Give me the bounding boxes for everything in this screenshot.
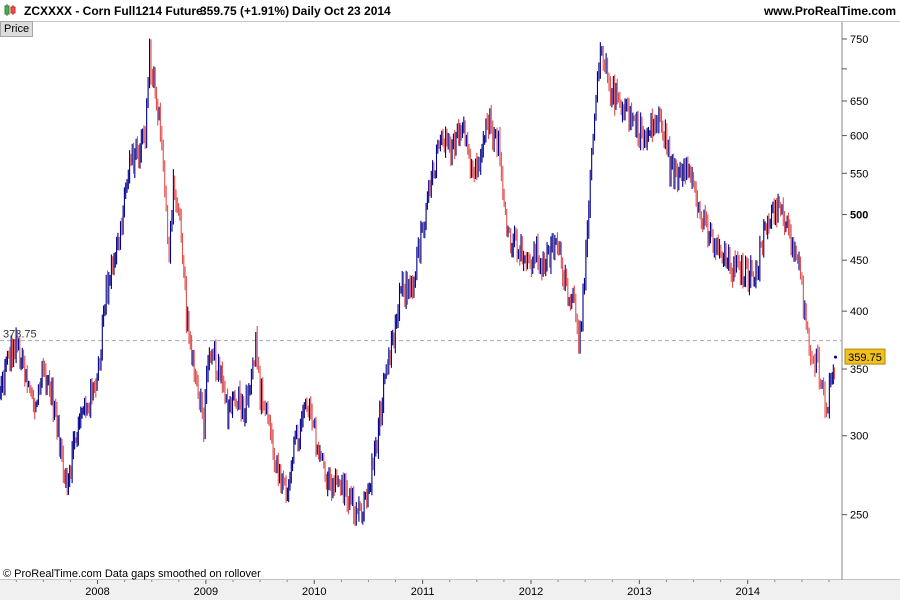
last-price-label: 359.75 (848, 352, 882, 364)
x-tick-label: 2012 (519, 586, 543, 598)
y-tick-label: 400 (850, 306, 868, 318)
x-tick-label: 2009 (194, 586, 218, 598)
data-point-last (833, 355, 837, 359)
period-date: Daily Oct 23 2014 (292, 4, 391, 18)
x-tick-label: 2008 (85, 586, 109, 598)
y-tick-label: 500 (850, 210, 868, 222)
x-axis-band (0, 580, 900, 600)
y-tick-label: 600 (850, 131, 868, 143)
y-tick-label: 350 (850, 364, 868, 376)
x-tick-label: 2010 (302, 586, 326, 598)
y-tick-label: 750 (850, 34, 868, 46)
x-tick-label: 2013 (627, 586, 651, 598)
website-link[interactable]: www.ProRealTime.com (764, 4, 896, 18)
price-change: 359.75 (+1.91%) (200, 4, 290, 18)
x-tick-label: 2011 (411, 586, 435, 598)
y-tick-label: 250 (850, 510, 868, 522)
y-tick-label: 550 (850, 168, 868, 180)
instrument-title: ZCXXXX - Corn Full1214 Future (24, 4, 203, 18)
candlestick-icon (4, 4, 16, 16)
chart-header: ZCXXXX - Corn Full1214 Future 359.75 (+1… (0, 0, 900, 22)
y-tick-label: 300 (850, 431, 868, 443)
copyright-note: © ProRealTime.com Data gaps smoothed on … (3, 568, 261, 580)
y-tick-label: 450 (850, 255, 868, 267)
price-chart[interactable]: 250 300 350 400 450 500 550 600 650 750 2008 2009 20… (0, 22, 900, 600)
x-tick-label: 2014 (735, 586, 759, 598)
y-tick-label: 650 (850, 96, 868, 108)
